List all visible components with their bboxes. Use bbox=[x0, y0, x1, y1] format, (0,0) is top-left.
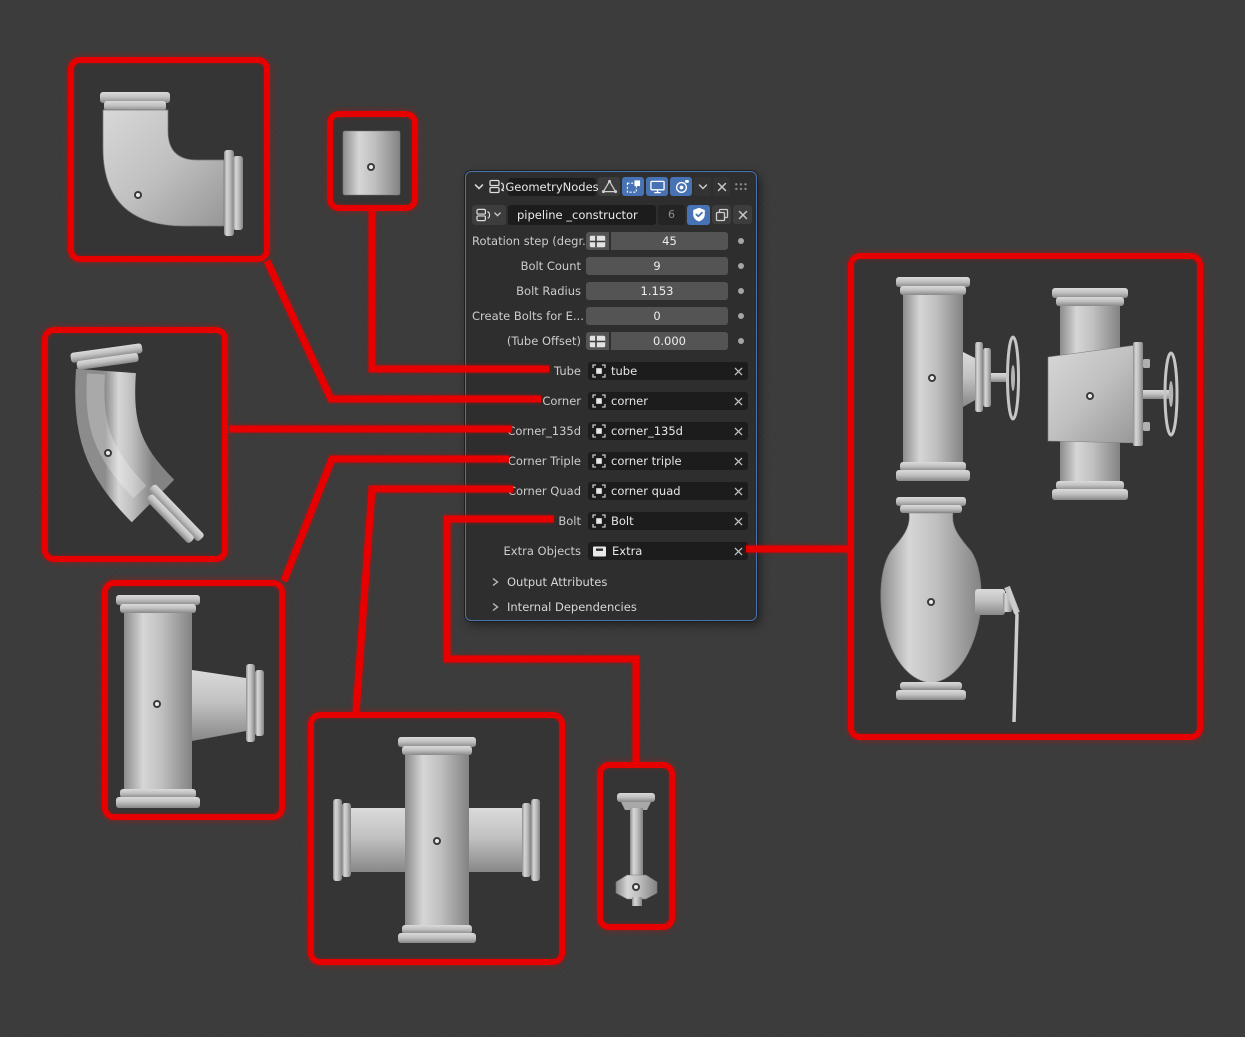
callout-box-corner bbox=[68, 57, 270, 262]
blender-viewport: GeometryNodes bbox=[0, 0, 1245, 1037]
object-origin-dot[interactable] bbox=[367, 163, 375, 171]
callout-box-extra-objects bbox=[848, 253, 1203, 740]
object-origin-dot[interactable] bbox=[433, 837, 441, 845]
callout-box-corner-135d bbox=[42, 327, 228, 562]
connector-corner bbox=[267, 261, 541, 399]
callout-box-corner-triple bbox=[102, 580, 285, 820]
callout-box-tube bbox=[327, 111, 418, 211]
object-origin-dot[interactable] bbox=[153, 700, 161, 708]
callout-box-bolt bbox=[597, 762, 675, 930]
connector-tube bbox=[372, 211, 549, 369]
object-origin-dot[interactable] bbox=[927, 598, 935, 606]
object-origin-dot[interactable] bbox=[928, 374, 936, 382]
object-origin-dot[interactable] bbox=[632, 883, 640, 891]
connector-corner-quad bbox=[356, 489, 513, 713]
object-origin-dot[interactable] bbox=[104, 449, 112, 457]
object-origin-dot[interactable] bbox=[1086, 392, 1094, 400]
object-origin-dot[interactable] bbox=[134, 191, 142, 199]
